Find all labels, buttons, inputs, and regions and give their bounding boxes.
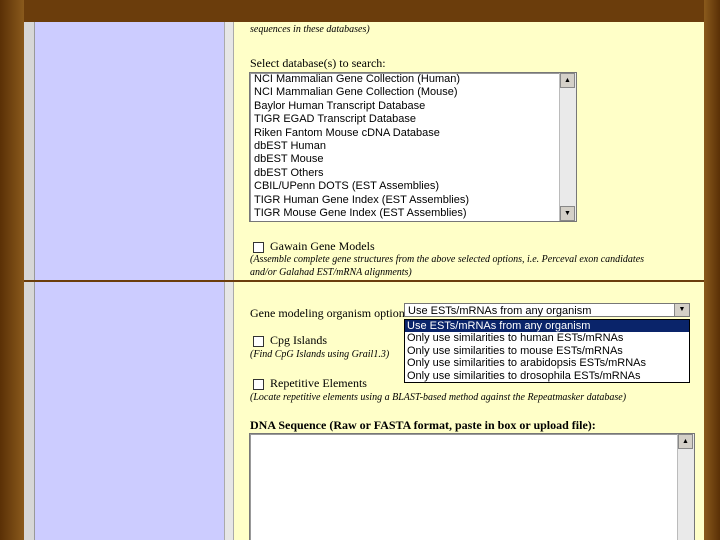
database-listbox[interactable]: NCI Mammalian Gene Collection (Human) NC… <box>249 72 577 222</box>
screenshot-lower: Gene modeling organism options: Use ESTs… <box>24 282 704 540</box>
database-option[interactable]: Baylor Human Transcript Database <box>250 100 559 113</box>
organism-options-label: Gene modeling organism options: <box>250 306 413 320</box>
repetitive-elements-checkbox[interactable] <box>253 379 264 390</box>
dna-sequence-scrollbar[interactable]: ▲ <box>677 434 694 540</box>
database-option[interactable]: dbEST Others <box>250 167 559 180</box>
chevron-down-icon[interactable]: ▼ <box>674 304 689 316</box>
database-option[interactable]: NCI Mammalian Gene Collection (Mouse) <box>250 86 559 99</box>
screenshot-upper: sequences in these databases) Select dat… <box>24 22 704 280</box>
database-option[interactable]: TIGR Mouse Gene Index (EST Assemblies) <box>250 207 559 220</box>
intro-description-tail: sequences in these databases) <box>250 24 370 35</box>
select-database-label: Select database(s) to search: <box>250 56 386 70</box>
database-option[interactable]: NCI Mammalian Gene Collection (Human) <box>250 73 559 86</box>
left-navigation-column <box>34 22 226 280</box>
cpg-islands-checkbox[interactable] <box>253 336 264 347</box>
organism-option[interactable]: Only use similarities to human ESTs/mRNA… <box>405 332 689 344</box>
organism-option[interactable]: Only use similarities to mouse ESTs/mRNA… <box>405 345 689 357</box>
cpg-islands-description: (Find CpG Islands using Grail1.3) <box>250 349 390 360</box>
database-option[interactable]: TIGR EGAD Transcript Database <box>250 113 559 126</box>
organism-select-value: Use ESTs/mRNAs from any organism <box>408 305 592 317</box>
organism-dropdown[interactable]: Use ESTs/mRNAs from any organism Only us… <box>404 319 690 383</box>
slide-frame-right <box>704 0 720 540</box>
scroll-up-icon[interactable]: ▲ <box>560 73 575 88</box>
dna-sequence-textarea[interactable]: ▲ <box>249 433 695 540</box>
cpg-islands-label: Cpg Islands <box>270 333 327 347</box>
gawain-label: Gawain Gene Models <box>270 239 375 253</box>
database-listbox-scrollbar[interactable]: ▲ ▼ <box>559 73 576 221</box>
form-content-upper: sequences in these databases) Select dat… <box>224 22 704 280</box>
slide-top-strip <box>24 0 704 22</box>
organism-select[interactable]: Use ESTs/mRNAs from any organism ▼ <box>404 303 690 317</box>
scroll-down-icon[interactable]: ▼ <box>560 206 575 221</box>
gawain-description-2: and/or Galahad EST/mRNA alignments) <box>250 267 412 278</box>
dna-sequence-label: DNA Sequence (Raw or FASTA format, paste… <box>250 418 596 432</box>
repetitive-elements-label: Repetitive Elements <box>270 376 367 390</box>
gawain-description-1: (Assemble complete gene structures from … <box>250 254 645 265</box>
form-content-lower: Gene modeling organism options: Use ESTs… <box>224 282 704 540</box>
slide-frame-left <box>0 0 24 540</box>
database-option[interactable]: dbEST Human <box>250 140 559 153</box>
left-navigation-column <box>34 282 226 540</box>
organism-option[interactable]: Use ESTs/mRNAs from any organism <box>405 320 689 333</box>
repetitive-elements-description: (Locate repetitive elements using a BLAS… <box>250 392 627 403</box>
database-option[interactable]: Riken Fantom Mouse cDNA Database <box>250 127 559 140</box>
organism-option[interactable]: Only use similarities to arabidopsis EST… <box>405 357 689 369</box>
database-option[interactable]: CBIL/UPenn DOTS (EST Assemblies) <box>250 180 559 193</box>
database-option[interactable]: dbEST Mouse <box>250 153 559 166</box>
gawain-checkbox[interactable] <box>253 242 264 253</box>
scroll-up-icon[interactable]: ▲ <box>678 434 693 449</box>
database-option[interactable]: TIGR Human Gene Index (EST Assemblies) <box>250 194 559 207</box>
organism-option[interactable]: Only use similarities to drosophila ESTs… <box>405 370 689 382</box>
